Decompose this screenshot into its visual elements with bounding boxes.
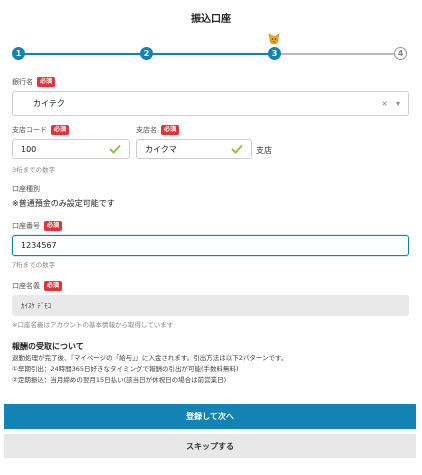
- step-3: 3: [268, 47, 281, 60]
- reward-line-3: ②定期振込：当月締めの翌月15日払い(該当日が休祝日の場合は前営業日): [12, 376, 227, 384]
- account-number-input[interactable]: 1234567: [12, 235, 409, 256]
- branch-code-hint: 3桁までの数字: [12, 166, 56, 174]
- page-title: 振込口座: [191, 14, 231, 25]
- account-type-note: ※普通預金のみ設定可能です: [12, 199, 115, 208]
- check-icon: [109, 144, 121, 154]
- account-number-value: 1234567: [21, 241, 57, 250]
- branch-code-input[interactable]: 100: [12, 139, 130, 159]
- reward-line-2: ①早期引出：24時間365日好きなタイミングで報酬の引出が可能(手数料無料): [12, 365, 239, 373]
- account-number-label: 口座番号 必須: [12, 221, 63, 231]
- mascot-icon: [268, 33, 280, 45]
- account-holder-value: ｶｲｽｹ ﾃﾞﾓｺ: [21, 301, 52, 310]
- account-holder-note: ※口座名義はアカウントの基本情報から取得しています: [12, 321, 174, 329]
- bank-name-label: 銀行名 必須: [12, 77, 56, 87]
- chevron-down-icon[interactable]: ▾: [396, 99, 400, 108]
- account-type-label: 口座種別: [12, 185, 40, 193]
- account-holder-field: ｶｲｽｹ ﾃﾞﾓｺ: [12, 295, 409, 316]
- reward-section-title: 報酬の受取について: [12, 342, 84, 351]
- account-holder-label: 口座名義 必須: [12, 281, 63, 291]
- clear-icon[interactable]: ×: [381, 99, 388, 108]
- step-4: 4: [394, 47, 407, 60]
- required-badge: 必須: [161, 125, 180, 135]
- register-next-button[interactable]: 登録して次へ: [4, 404, 416, 429]
- branch-name-label: 支店名 必須: [136, 125, 180, 135]
- required-badge: 必須: [37, 77, 56, 87]
- check-icon: [231, 144, 243, 154]
- reward-line-1: 退勤処理が完了後、『マイページの「給与」』に入金されます。引出方法は以下2パター…: [12, 354, 288, 362]
- required-badge: 必須: [51, 125, 70, 135]
- branch-code-label: 支店コード 必須: [12, 125, 70, 135]
- required-badge: 必須: [44, 281, 63, 291]
- bank-name-select[interactable]: カイテク × ▾: [12, 91, 409, 116]
- step-1: 1: [12, 47, 25, 60]
- branch-name-value: カイクマ: [145, 144, 177, 154]
- progress-stepper: 1 2 3 4: [12, 33, 412, 64]
- skip-button[interactable]: スキップする: [4, 434, 416, 458]
- branch-name-input[interactable]: カイクマ: [136, 139, 252, 159]
- branch-suffix: 支店: [256, 146, 272, 155]
- account-number-hint: 7桁までの数字: [12, 261, 56, 269]
- branch-code-value: 100: [21, 144, 37, 154]
- required-badge: 必須: [44, 221, 63, 231]
- bank-name-value: カイテク: [33, 99, 65, 108]
- step-2: 2: [140, 47, 153, 60]
